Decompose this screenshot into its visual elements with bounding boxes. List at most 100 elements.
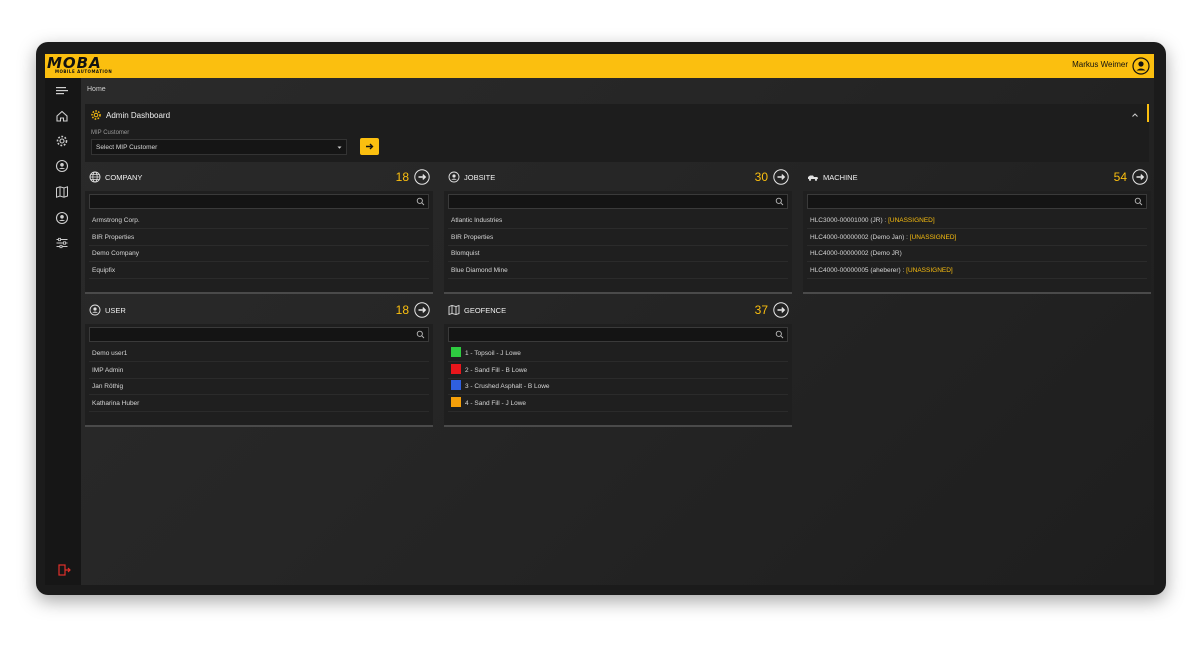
company-card-body: Armstrong Corp. BIR Properties Demo Comp… bbox=[85, 191, 433, 294]
machine-icon bbox=[808, 175, 818, 181]
list-item[interactable]: Blomquist bbox=[448, 246, 788, 262]
mip-customer-select-value: Select MIP Customer bbox=[96, 144, 158, 151]
user-card-header: USER 18 bbox=[85, 299, 433, 321]
list-item[interactable]: Equipfix bbox=[89, 263, 429, 279]
machine-open-button[interactable] bbox=[1132, 169, 1148, 185]
list-item[interactable]: 2 - Sand Fill - B Lowe bbox=[448, 363, 788, 379]
list-item[interactable]: 3 - Crushed Asphalt - B Lowe bbox=[448, 379, 788, 395]
filter-icon[interactable] bbox=[55, 236, 69, 250]
geofence-color-swatch bbox=[451, 397, 461, 408]
home-icon[interactable] bbox=[55, 109, 69, 123]
list-item[interactable]: BIR Properties bbox=[448, 230, 788, 246]
sidebar bbox=[45, 78, 81, 585]
machine-card: MACHINE 54 HLC3000-00001000 (JR) : [UNAS… bbox=[803, 166, 1151, 296]
user-account-icon[interactable] bbox=[1132, 57, 1150, 75]
geofence-label: 2 - Sand Fill - B Lowe bbox=[465, 367, 528, 374]
chevron-up-icon[interactable] bbox=[1131, 111, 1139, 119]
list-item[interactable]: HLC4000-00000002 (Demo JR) bbox=[807, 246, 1147, 262]
jobsite-icon bbox=[448, 171, 460, 183]
mip-customer-select[interactable]: Select MIP Customer bbox=[91, 139, 347, 155]
list-item[interactable]: HLC4000-00000002 (Demo Jan) : [UNASSIGNE… bbox=[807, 230, 1147, 246]
geofence-card-header: GEOFENCE 37 bbox=[444, 299, 792, 321]
company-card: COMPANY 18 Armstrong Corp. BIR Propertie… bbox=[85, 166, 433, 296]
machine-name: HLC3000-00001000 (JR) : bbox=[810, 217, 887, 224]
admin-dashboard-panel: Admin Dashboard MIP Customer Select MIP … bbox=[85, 104, 1149, 162]
search-icon bbox=[775, 330, 784, 339]
map-icon[interactable] bbox=[55, 185, 69, 199]
user-icon[interactable] bbox=[55, 211, 69, 225]
company-card-title: COMPANY bbox=[105, 173, 143, 182]
breadcrumb[interactable]: Home bbox=[87, 86, 106, 93]
list-item[interactable]: BIR Properties bbox=[89, 230, 429, 246]
user-card-body: Demo user1 IMP Admin Jan Röthig Katharin… bbox=[85, 324, 433, 427]
top-bar: MOBA MOBILE AUTOMATION Markus Weimer bbox=[45, 54, 1154, 78]
machine-search-input[interactable] bbox=[807, 194, 1147, 209]
company-open-button[interactable] bbox=[414, 169, 430, 185]
user-count: 18 bbox=[395, 303, 409, 317]
jobsite-search-input[interactable] bbox=[448, 194, 788, 209]
user-open-button[interactable] bbox=[414, 302, 430, 318]
user-card-title: USER bbox=[105, 306, 126, 315]
search-icon bbox=[416, 197, 425, 206]
mip-customer-go-button[interactable] bbox=[360, 138, 379, 155]
list-item[interactable]: 4 - Sand Fill - J Lowe bbox=[448, 396, 788, 412]
geofence-label: 3 - Crushed Asphalt - B Lowe bbox=[465, 383, 550, 390]
search-icon bbox=[416, 330, 425, 339]
list-item[interactable]: Armstrong Corp. bbox=[89, 213, 429, 229]
search-icon bbox=[775, 197, 784, 206]
list-item[interactable]: 1 - Topsoil - J Lowe bbox=[448, 346, 788, 362]
user-search-input[interactable] bbox=[89, 327, 429, 342]
caret-down-icon bbox=[337, 146, 342, 149]
machine-name: HLC4000-00000002 (Demo Jan) : bbox=[810, 234, 908, 241]
jobsite-count: 30 bbox=[754, 170, 768, 184]
logout-icon[interactable] bbox=[57, 563, 71, 577]
arrow-right-icon bbox=[366, 143, 374, 150]
list-item[interactable]: Demo user1 bbox=[89, 346, 429, 362]
list-item[interactable]: Atlantic Industries bbox=[448, 213, 788, 229]
geofence-card-title: GEOFENCE bbox=[464, 306, 507, 315]
jobsite-card-title: JOBSITE bbox=[464, 173, 496, 182]
geofence-open-button[interactable] bbox=[773, 302, 789, 318]
geofence-card: GEOFENCE 37 1 - Topsoil - J Lowe 2 - San… bbox=[444, 299, 792, 429]
panel-accent-bar bbox=[1147, 104, 1149, 122]
machine-card-body: HLC3000-00001000 (JR) : [UNASSIGNED] HLC… bbox=[803, 191, 1151, 294]
jobsite-card: JOBSITE 30 Atlantic Industries BIR Prope… bbox=[444, 166, 792, 296]
gear-icon[interactable] bbox=[55, 134, 69, 148]
user-card: USER 18 Demo user1 IMP Admin Jan Röthig bbox=[85, 299, 433, 429]
list-item[interactable]: Blue Diamond Mine bbox=[448, 263, 788, 279]
company-search-input[interactable] bbox=[89, 194, 429, 209]
search-icon bbox=[1134, 197, 1143, 206]
map-icon bbox=[448, 304, 460, 316]
jobsite-open-button[interactable] bbox=[773, 169, 789, 185]
logo-text: MOBA bbox=[47, 54, 102, 72]
jobsite-card-header: JOBSITE 30 bbox=[444, 166, 792, 188]
gear-icon bbox=[91, 110, 101, 120]
assignment-status: [UNASSIGNED] bbox=[909, 234, 957, 241]
list-item[interactable]: Jan Röthig bbox=[89, 379, 429, 395]
logo-subtitle: MOBILE AUTOMATION bbox=[55, 69, 113, 74]
geofence-color-swatch bbox=[451, 347, 461, 358]
list-item[interactable]: Katharina Huber bbox=[89, 396, 429, 412]
geofence-label: 1 - Topsoil - J Lowe bbox=[465, 350, 521, 357]
geofence-count: 37 bbox=[754, 303, 768, 317]
geofence-label: 4 - Sand Fill - J Lowe bbox=[465, 400, 527, 407]
machine-count: 54 bbox=[1113, 170, 1127, 184]
machine-name: HLC4000-00000005 (aheberer) : bbox=[810, 267, 905, 274]
main-content: Home Admin Dashboard MIP Customer Select… bbox=[81, 78, 1154, 585]
jobsite-card-body: Atlantic Industries BIR Properties Blomq… bbox=[444, 191, 792, 294]
mip-customer-label: MIP Customer bbox=[91, 130, 130, 136]
list-item[interactable]: IMP Admin bbox=[89, 363, 429, 379]
jobsite-icon[interactable] bbox=[55, 159, 69, 173]
list-item[interactable]: HLC3000-00001000 (JR) : [UNASSIGNED] bbox=[807, 213, 1147, 229]
assignment-status: [UNASSIGNED] bbox=[888, 217, 935, 224]
geofence-search-input[interactable] bbox=[448, 327, 788, 342]
geofence-color-swatch bbox=[451, 364, 461, 375]
machine-card-header: MACHINE 54 bbox=[803, 166, 1151, 188]
list-item[interactable]: HLC4000-00000005 (aheberer) : [UNASSIGNE… bbox=[807, 263, 1147, 279]
company-card-header: COMPANY 18 bbox=[85, 166, 433, 188]
user-icon bbox=[89, 304, 101, 316]
list-item[interactable]: Demo Company bbox=[89, 246, 429, 262]
username[interactable]: Markus Weimer bbox=[1072, 60, 1128, 69]
menu-icon[interactable] bbox=[55, 84, 69, 98]
moba-logo[interactable]: MOBA MOBILE AUTOMATION bbox=[47, 54, 113, 76]
